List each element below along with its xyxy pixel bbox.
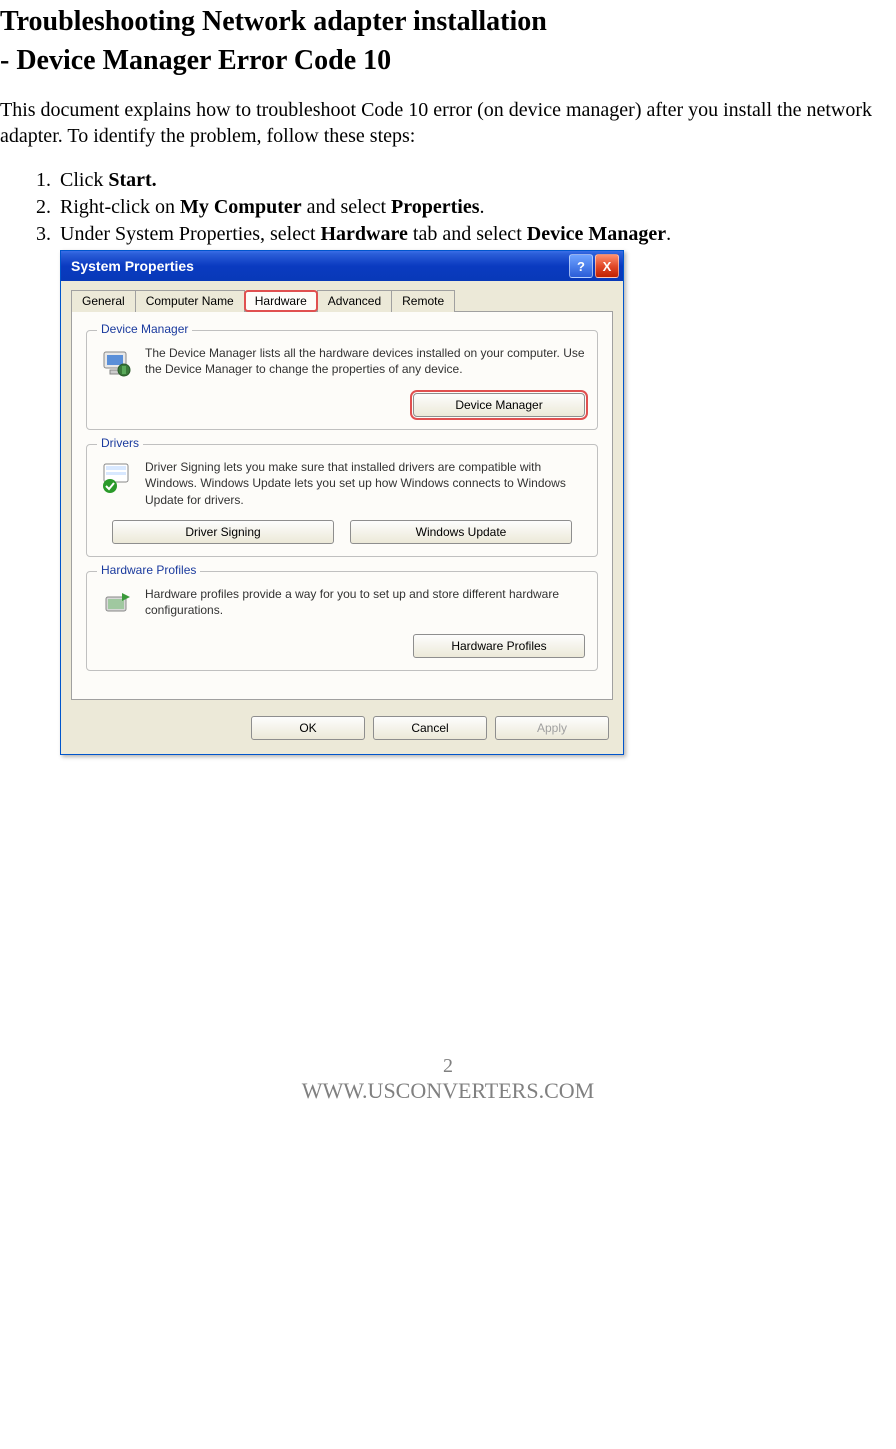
intro-paragraph: This document explains how to troublesho… — [0, 97, 896, 149]
steps-list: Click Start. Right-click on My Computer … — [30, 167, 896, 248]
group-hardware-profiles: Hardware Profiles Hardware profiles prov… — [86, 571, 598, 671]
driver-signing-button[interactable]: Driver Signing — [112, 520, 334, 544]
hardware-profiles-icon — [99, 586, 135, 622]
step-1: Click Start. — [56, 167, 896, 194]
ok-button[interactable]: OK — [251, 716, 365, 740]
group-device-manager-title: Device Manager — [97, 322, 192, 336]
tab-computer-name[interactable]: Computer Name — [135, 290, 245, 312]
page-footer: 2 WWW.USCONVERTERS.COM — [0, 1055, 896, 1104]
dialog-titlebar: System Properties ? X — [61, 251, 623, 281]
tab-advanced[interactable]: Advanced — [317, 290, 392, 312]
group-hardware-profiles-text: Hardware profiles provide a way for you … — [145, 586, 585, 618]
group-drivers-title: Drivers — [97, 436, 143, 450]
cancel-button[interactable]: Cancel — [373, 716, 487, 740]
step-3: Under System Properties, select Hardware… — [56, 221, 896, 248]
system-properties-dialog: System Properties ? X General Computer N… — [60, 250, 624, 755]
group-drivers-text: Driver Signing lets you make sure that i… — [145, 459, 585, 508]
footer-url: WWW.USCONVERTERS.COM — [0, 1078, 896, 1104]
device-manager-icon — [99, 345, 135, 381]
close-button[interactable]: X — [595, 254, 619, 278]
group-device-manager-text: The Device Manager lists all the hardwar… — [145, 345, 585, 377]
group-drivers: Drivers Driver — [86, 444, 598, 557]
apply-button[interactable]: Apply — [495, 716, 609, 740]
windows-update-button[interactable]: Windows Update — [350, 520, 572, 544]
help-button[interactable]: ? — [569, 254, 593, 278]
drivers-icon — [99, 459, 135, 495]
step-2: Right-click on My Computer and select Pr… — [56, 194, 896, 221]
tab-general[interactable]: General — [71, 290, 136, 312]
hardware-profiles-button[interactable]: Hardware Profiles — [413, 634, 585, 658]
page-number: 2 — [0, 1055, 896, 1078]
tab-strip: General Computer Name Hardware Advanced … — [71, 289, 613, 312]
page-title-line2: - Device Manager Error Code 10 — [0, 44, 896, 78]
group-hardware-profiles-title: Hardware Profiles — [97, 563, 200, 577]
tab-hardware[interactable]: Hardware — [244, 290, 318, 312]
tab-remote[interactable]: Remote — [391, 290, 455, 312]
group-device-manager: Device Manager — [86, 330, 598, 430]
device-manager-button[interactable]: Device Manager — [413, 393, 585, 417]
dialog-title: System Properties — [71, 258, 194, 274]
page-title-line1: Troubleshooting Network adapter installa… — [0, 5, 896, 39]
